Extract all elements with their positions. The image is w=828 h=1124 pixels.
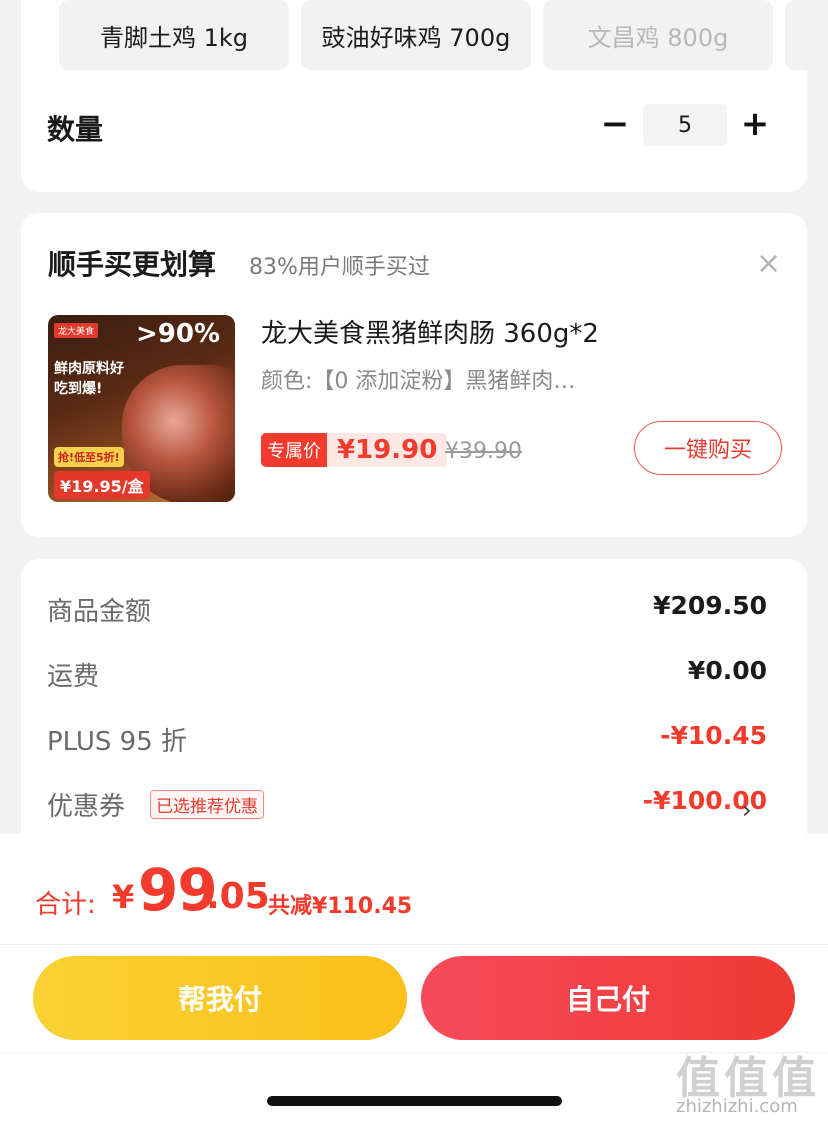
product-image-slogan: 鲜肉原料好吃到爆! (54, 361, 124, 397)
total-label: 合计: (35, 890, 96, 920)
product-image-price: ¥19.95/盒 (54, 471, 150, 499)
home-indicator[interactable] (267, 1096, 562, 1106)
close-icon[interactable]: × (756, 249, 781, 279)
total-savings: 共减¥110.45 (268, 894, 413, 919)
total-decimal: .05 (206, 876, 270, 917)
one-click-buy-button[interactable]: 一键购买 (634, 421, 782, 475)
variant-chip[interactable] (785, 0, 807, 70)
product-spec: 颜色:【0 添加淀粉】黑猪鲜肉… (261, 369, 576, 394)
exclusive-price: 专属价 ¥19.90 (261, 433, 448, 467)
variant-chip[interactable]: 青脚土鸡 1kg (59, 0, 289, 70)
divider (0, 944, 828, 945)
quantity-plus-button[interactable]: + (735, 104, 775, 144)
shipping-value: ¥0.00 (687, 656, 767, 685)
addon-subtitle: 83%用户顺手买过 (249, 255, 430, 280)
shipping-row: 运费 ¥0.00 (47, 656, 767, 696)
quantity-minus-button[interactable]: − (595, 104, 635, 144)
goods-amount-label: 商品金额 (47, 597, 152, 627)
product-image-tag: 抢!低至5折! (54, 447, 124, 467)
quantity-label: 数量 (47, 113, 104, 146)
watermark-url: zhizhizhi.com (676, 1096, 798, 1117)
goods-amount-value: ¥209.50 (653, 591, 767, 620)
pay-myself-button[interactable]: 自己付 (421, 956, 795, 1040)
quantity-input[interactable]: 5 (643, 104, 727, 146)
goods-amount-row: 商品金额 ¥209.50 (47, 591, 767, 631)
price-summary-card: 商品金额 ¥209.50 运费 ¥0.00 PLUS 95 折 -¥10.45 … (21, 559, 807, 859)
variant-chip-disabled: 文昌鸡 800g (543, 0, 773, 70)
coupon-badge: 已选推荐优惠 (150, 790, 264, 819)
plus-discount-row: PLUS 95 折 -¥10.45 (47, 721, 767, 761)
product-image-brand: 龙大美食 (54, 323, 99, 338)
addon-title: 顺手买更划算 (48, 248, 217, 281)
coupon-label: 优惠券 (47, 792, 126, 822)
coupon-row[interactable]: 优惠券 已选推荐优惠 -¥100.00 (47, 786, 767, 826)
total-currency: ¥ (112, 878, 135, 916)
shipping-label: 运费 (47, 662, 100, 692)
checkout-bar: 合计: ¥ 99 .05 共减¥110.45 帮我付 自己付 值值值 zhizh… (0, 834, 828, 1124)
product-image-percent: >90% (136, 319, 221, 349)
original-price: ¥39.90 (445, 439, 522, 464)
total-integer: 99 (138, 856, 218, 924)
variant-chip[interactable]: 豉油好味鸡 700g (301, 0, 531, 70)
plus-discount-value: -¥10.45 (660, 721, 767, 750)
variant-chip-row: 青脚土鸡 1kg 豉油好味鸡 700g 文昌鸡 800g (59, 0, 807, 70)
chevron-right-icon[interactable]: › (742, 796, 752, 824)
variant-card: 青脚土鸡 1kg 豉油好味鸡 700g 文昌鸡 800g 数量 − 5 + (21, 0, 807, 192)
product-name[interactable]: 龙大美食黑猪鲜肉肠 360g*2 (261, 313, 599, 350)
plus-discount-label: PLUS 95 折 (47, 727, 188, 757)
product-image[interactable]: 龙大美食 >90% 鲜肉原料好吃到爆! 抢!低至5折! ¥19.95/盒 (48, 315, 235, 502)
exclusive-price-value: ¥19.90 (337, 435, 438, 465)
addon-card: 顺手买更划算 83%用户顺手买过 × 龙大美食 >90% 鲜肉原料好吃到爆! 抢… (21, 213, 807, 537)
help-me-pay-button[interactable]: 帮我付 (33, 956, 407, 1040)
exclusive-price-tag: 专属价 (261, 433, 327, 467)
